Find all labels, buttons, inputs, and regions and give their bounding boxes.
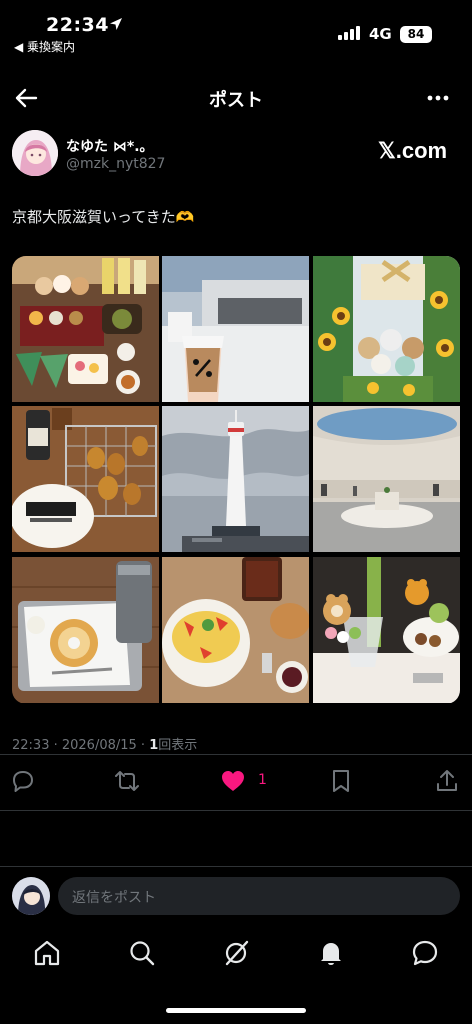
photo-2[interactable]: [162, 256, 309, 402]
coffee-cup-photo: [162, 256, 309, 402]
bookmark-icon[interactable]: [328, 768, 354, 794]
photo-6[interactable]: [313, 406, 460, 552]
kyoto-tower-photo: [162, 406, 309, 552]
heart-icon[interactable]: [220, 768, 246, 794]
photo-7[interactable]: [12, 557, 159, 703]
bottom-tab-bar: [0, 930, 472, 980]
author-avatar[interactable]: [12, 130, 58, 176]
battery-indicator: 84: [400, 26, 432, 43]
reply-placeholder: 返信をポスト: [72, 890, 156, 906]
more-options-icon[interactable]: [422, 82, 454, 114]
grok-icon[interactable]: [221, 938, 251, 968]
my-avatar[interactable]: [12, 877, 50, 915]
search-icon[interactable]: [127, 938, 157, 968]
author-handle[interactable]: @mzk_nyt827: [66, 156, 165, 172]
view-label: 回表示: [158, 738, 198, 753]
like-count: 1: [258, 772, 267, 788]
reply-input[interactable]: 返信をポスト: [58, 877, 460, 915]
photo-5[interactable]: [162, 406, 309, 552]
photo-grid: [12, 256, 460, 704]
omurice-photo: [162, 557, 309, 703]
author-display-name[interactable]: なゆた ⋈*.。: [66, 136, 154, 156]
post-actions: 1: [0, 764, 472, 798]
location-arrow-icon: [110, 18, 122, 30]
messages-icon[interactable]: [410, 938, 440, 968]
post-timestamp: 22:33 · 2026/08/15 ·: [12, 738, 150, 753]
status-bar: 22:34 ◀ 乗換案内 4G 84: [0, 0, 472, 60]
photo-3[interactable]: [313, 256, 460, 402]
repost-icon[interactable]: [114, 768, 140, 794]
reply-icon[interactable]: [10, 768, 36, 794]
baumkuchen-photo: [12, 557, 159, 703]
back-to-app-link[interactable]: ◀ 乗換案内: [14, 38, 75, 55]
photo-1[interactable]: [12, 256, 159, 402]
plaza-photo: [313, 406, 460, 552]
home-icon[interactable]: [32, 938, 62, 968]
post-meta: 22:33 · 2026/08/15 · 1回表示: [12, 734, 197, 753]
divider: [0, 754, 472, 755]
photo-8[interactable]: [162, 557, 309, 703]
view-count: 1: [149, 738, 159, 753]
notifications-bell-icon[interactable]: [316, 938, 346, 968]
photo-9[interactable]: [313, 557, 460, 703]
sunflower-plush-photo: [313, 256, 460, 402]
post-header: ポスト: [0, 78, 472, 118]
divider: [0, 810, 472, 811]
photo-4[interactable]: [12, 406, 159, 552]
home-indicator: [166, 1008, 306, 1013]
network-type: 4G: [369, 25, 392, 43]
avatar-illustration-icon: [12, 877, 50, 915]
kushikatsu-photo: [12, 406, 159, 552]
page-title: ポスト: [209, 90, 263, 111]
share-icon[interactable]: [434, 768, 460, 794]
x-com-badge: 𝕏.com: [378, 138, 448, 163]
avatar-illustration-icon: [12, 130, 58, 176]
status-time: 22:34: [46, 14, 109, 36]
restaurant-photo: [12, 256, 159, 402]
post-text: 京都大阪滋賀いってきた🫶: [12, 208, 195, 226]
cellular-signal-icon: [338, 24, 362, 40]
divider: [0, 866, 472, 867]
parfait-photo: [313, 557, 460, 703]
